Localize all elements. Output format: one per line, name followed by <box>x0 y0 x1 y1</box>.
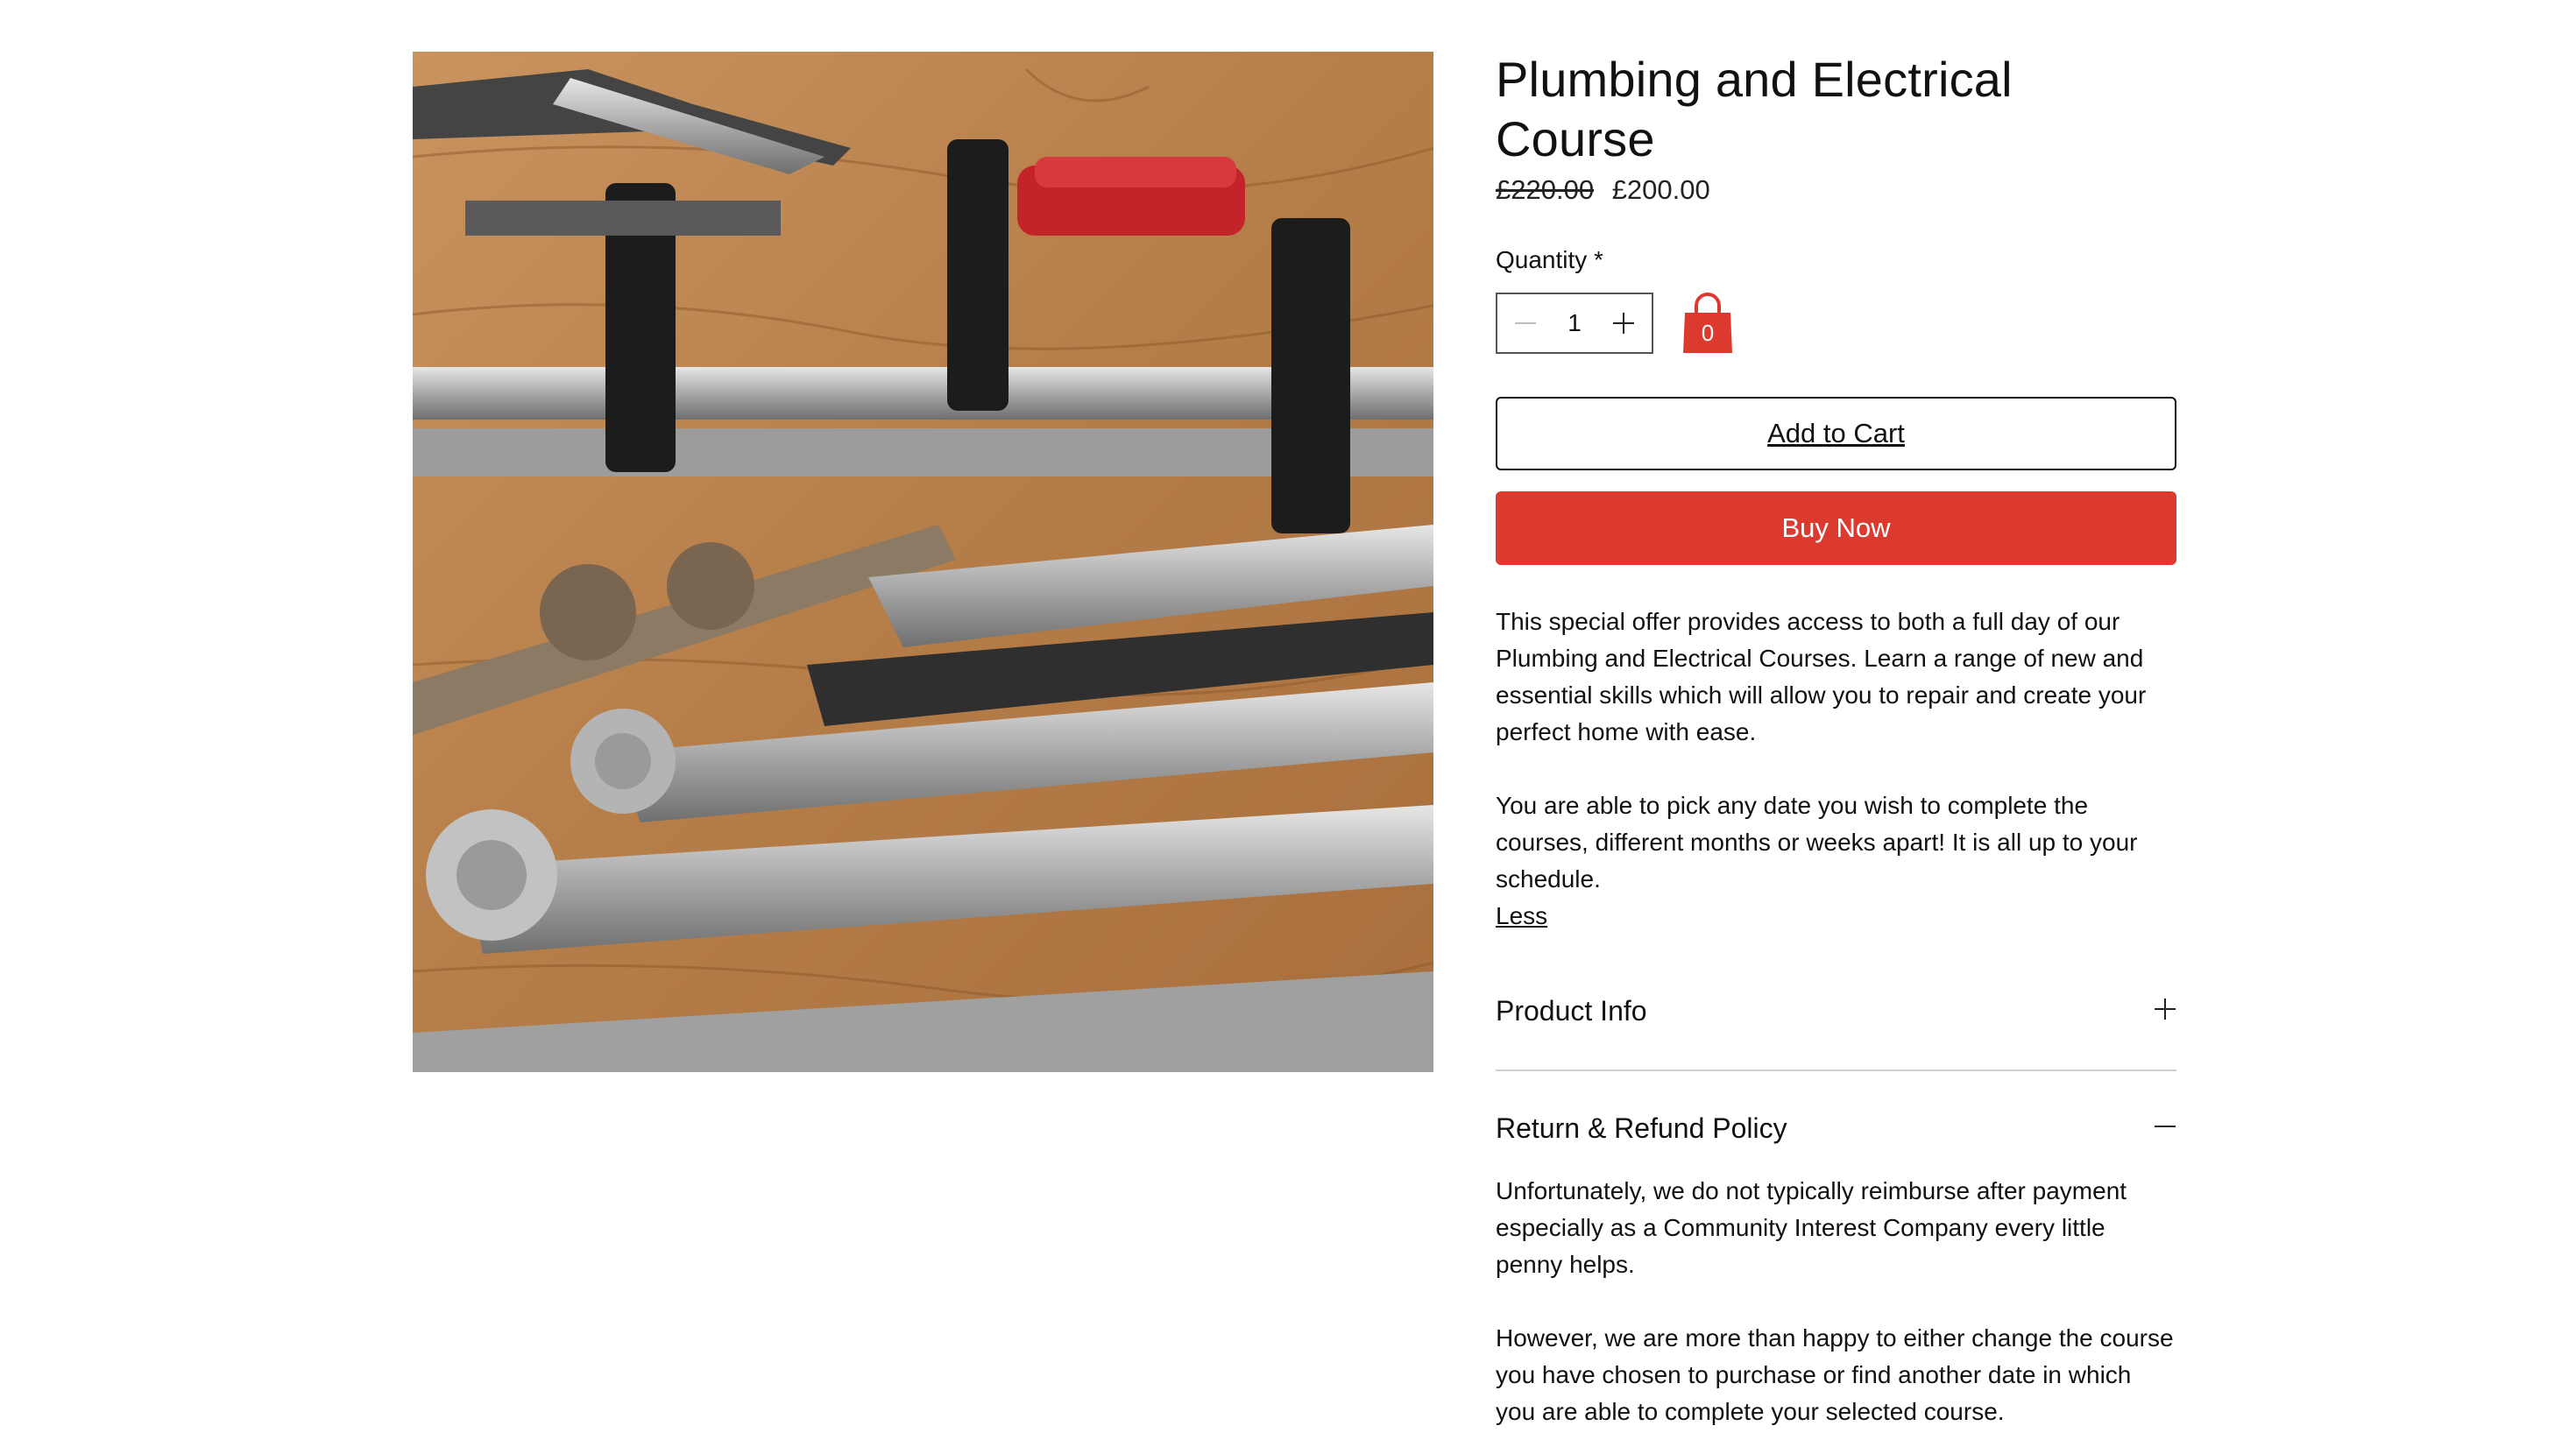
product-image[interactable] <box>413 52 1433 1072</box>
quantity-row: 1 0 <box>1496 290 2176 356</box>
cart-count: 0 <box>1701 320 1715 346</box>
minus-icon[interactable] <box>2154 1112 2176 1145</box>
refund-paragraph: Unfortunately, we do not typically reimb… <box>1496 1177 2127 1278</box>
description-paragraph: This special offer provides access to bo… <box>1496 608 2147 745</box>
quantity-label: Quantity * <box>1496 246 1603 273</box>
accordion-divider <box>1496 1069 2176 1071</box>
plus-icon[interactable] <box>2154 995 2176 1027</box>
accordion-product-info-label: Product Info <box>1496 994 1647 1027</box>
refund-paragraph: However, we are more than happy to eithe… <box>1496 1324 2174 1425</box>
less-link[interactable]: Less <box>1496 898 1547 935</box>
accordion: Product Info Return & Refund Policy Unfo… <box>1496 989 2176 1430</box>
accordion-refund-policy[interactable]: Return & Refund Policy <box>1496 1106 2176 1150</box>
old-price: £220.00 <box>1496 174 1595 205</box>
product-title: Plumbing and Electrical Course <box>1496 52 2013 166</box>
description-paragraph: You are able to pick any date you wish t… <box>1496 792 2138 893</box>
accordion-refund-label: Return & Refund Policy <box>1496 1112 1787 1144</box>
minus-icon[interactable] <box>1510 307 1541 339</box>
product-info-panel: Plumbing and Electrical Course £220.00 £… <box>1496 50 2176 1430</box>
quantity-stepper[interactable]: 1 <box>1496 293 1653 354</box>
add-to-cart-button[interactable]: Add to Cart <box>1496 397 2176 470</box>
price-row: £220.00 £200.00 <box>1496 171 2176 209</box>
shopping-bag-icon[interactable]: 0 <box>1681 290 1734 356</box>
current-price: £200.00 <box>1611 174 1710 205</box>
refund-policy-content: Unfortunately, we do not typically reimb… <box>1496 1173 2176 1430</box>
product-description: This special offer provides access to bo… <box>1496 603 2176 935</box>
buy-now-button[interactable]: Buy Now <box>1496 491 2176 565</box>
accordion-product-info[interactable]: Product Info <box>1496 989 2176 1033</box>
plus-icon[interactable] <box>1608 307 1639 339</box>
quantity-value[interactable]: 1 <box>1568 309 1582 337</box>
